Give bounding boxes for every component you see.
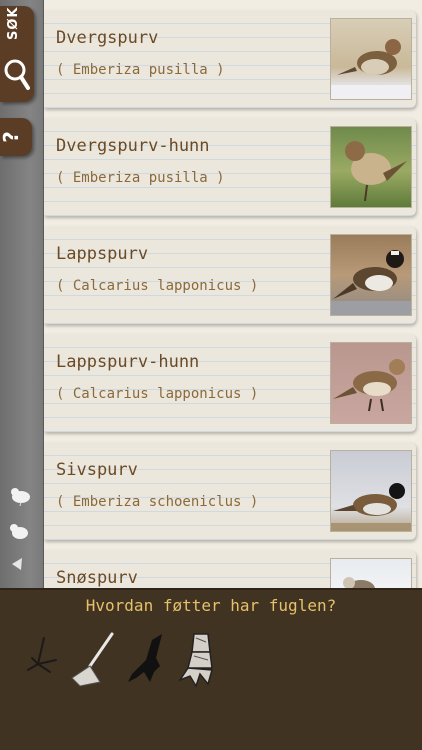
foot-perching-icon[interactable] <box>26 630 60 690</box>
bird-photo <box>330 234 412 316</box>
search-tab-label: SØK <box>6 6 21 41</box>
bird-name: Lappspurv <box>56 244 149 264</box>
side-rail: SØK ? <box>0 0 44 588</box>
bird-silhouette-small-icon[interactable] <box>8 520 32 542</box>
foot-feathered-icon[interactable] <box>178 630 222 690</box>
bird-latin-name: ( Calcarius lapponicus ) <box>56 386 259 402</box>
bird-name: Dvergspurv-hunn <box>56 136 210 156</box>
bird-photo <box>330 558 412 588</box>
list-item[interactable]: Snøspurv <box>44 550 416 588</box>
bird-photo <box>330 342 412 424</box>
bird-latin-name: ( Calcarius lapponicus ) <box>56 278 259 294</box>
bird-latin-name: ( Emberiza pusilla ) <box>56 170 225 186</box>
bird-name: Snøspurv <box>56 568 138 588</box>
help-icon: ? <box>0 131 23 143</box>
bird-latin-name: ( Emberiza pusilla ) <box>56 62 225 78</box>
list-item[interactable]: Sivspurv ( Emberiza schoeniclus ) <box>44 442 416 540</box>
bird-name: Sivspurv <box>56 460 138 480</box>
bird-photo <box>330 18 412 100</box>
search-tab[interactable]: SØK <box>0 6 34 102</box>
search-icon <box>4 59 30 90</box>
bird-name: Dvergspurv <box>56 28 159 48</box>
bird-silhouette-icon[interactable] <box>8 484 34 506</box>
filter-panel: Hvordan føtter har fuglen? <box>0 588 422 750</box>
bird-latin-name: ( Emberiza schoeniclus ) <box>56 494 259 510</box>
bird-name: Lappspurv-hunn <box>56 352 200 372</box>
bird-photo <box>330 450 412 532</box>
scroll-up-arrow-icon[interactable] <box>8 556 26 572</box>
bird-photo <box>330 126 412 208</box>
list-item[interactable]: Lappspurv-hunn ( Calcarius lapponicus ) <box>44 334 416 432</box>
list-item[interactable]: Dvergspurv-hunn ( Emberiza pusilla ) <box>44 118 416 216</box>
list-item[interactable]: Lappspurv ( Calcarius lapponicus ) <box>44 226 416 324</box>
bird-list[interactable]: Dvergspurv ( Emberiza pusilla ) Dvergspu… <box>44 0 422 588</box>
filter-question: Hvordan føtter har fuglen? <box>85 596 337 615</box>
foot-webbed-icon[interactable] <box>70 630 116 690</box>
list-item[interactable]: Dvergspurv ( Emberiza pusilla ) <box>44 10 416 108</box>
foot-raptor-icon[interactable] <box>124 630 170 690</box>
help-tab[interactable]: ? <box>0 118 32 156</box>
